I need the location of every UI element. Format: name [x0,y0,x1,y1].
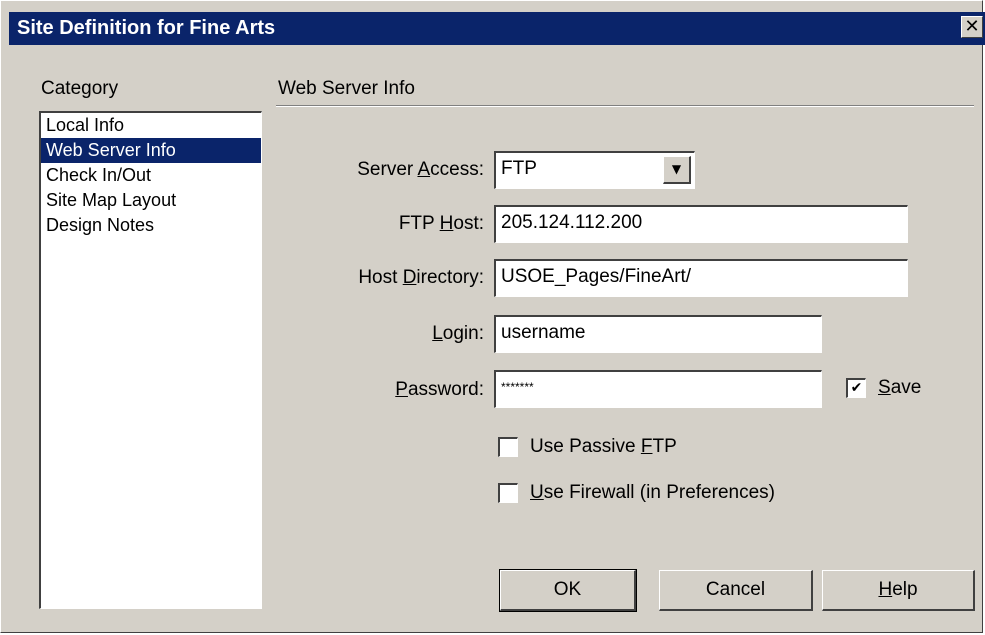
checkmark-icon: ✔ [850,380,863,396]
server-access-label: Server Access: [357,159,484,180]
category-item-design-notes[interactable]: Design Notes [41,213,261,238]
save-label[interactable]: Save [878,377,921,399]
save-checkbox[interactable]: ✔ [846,378,866,398]
close-icon: ✕ [964,16,980,37]
login-label: Login: [432,323,484,344]
server-access-value: FTP [501,158,537,179]
close-button[interactable]: ✕ [961,16,983,38]
ftp-host-label: FTP Host: [398,213,484,234]
site-definition-dialog: Site Definition for Fine Arts ✕ Category… [0,0,985,633]
category-list[interactable]: Local Info Web Server Info Check In/Out … [39,111,262,609]
category-item-local-info[interactable]: Local Info [41,113,261,138]
window-title: Site Definition for Fine Arts [17,17,276,39]
server-access-dropdown[interactable]: FTP ▼ [494,151,695,189]
chevron-down-icon[interactable]: ▼ [663,156,691,184]
panel-divider [276,105,974,107]
title-bar[interactable]: Site Definition for Fine Arts ✕ [9,12,985,45]
help-button[interactable]: Help [822,570,975,611]
category-heading: Category [41,78,119,99]
host-directory-label: Host Directory: [358,267,484,288]
password-field[interactable]: ******* [494,370,822,408]
firewall-checkbox[interactable] [498,483,518,503]
ok-button[interactable]: OK [499,569,637,612]
category-item-web-server-info[interactable]: Web Server Info [41,138,261,163]
category-item-site-map-layout[interactable]: Site Map Layout [41,188,261,213]
passive-ftp-label[interactable]: Use Passive FTP [530,436,677,458]
passive-ftp-checkbox[interactable] [498,437,518,457]
password-label: Password: [395,379,484,400]
category-item-check-in-out[interactable]: Check In/Out [41,163,261,188]
ftp-host-field[interactable]: 205.124.112.200 [494,205,908,243]
firewall-label[interactable]: Use Firewall (in Preferences) [530,482,775,504]
host-directory-field[interactable]: USOE_Pages/FineArt/ [494,259,908,297]
panel-heading: Web Server Info [278,78,415,99]
login-field[interactable]: username [494,315,822,353]
cancel-button[interactable]: Cancel [659,570,813,611]
